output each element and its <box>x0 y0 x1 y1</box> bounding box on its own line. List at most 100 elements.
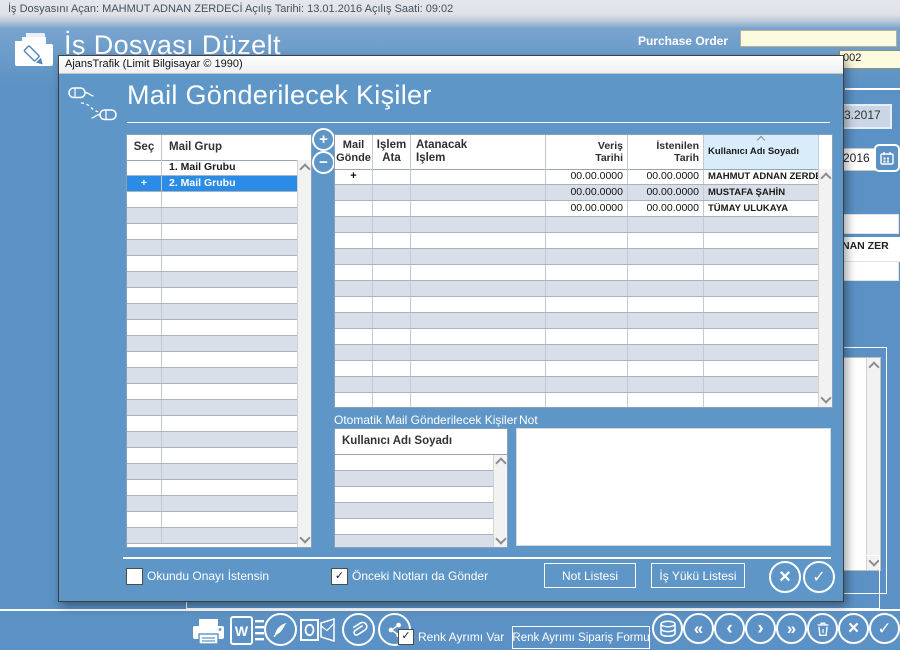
mail-group-row[interactable] <box>127 304 298 320</box>
recipient-row[interactable] <box>335 281 819 297</box>
mail-group-row[interactable] <box>127 224 298 240</box>
col-header-istenilen-tarih[interactable]: İstenilen Tarih <box>628 135 704 169</box>
purchase-order-input[interactable] <box>740 30 897 47</box>
recipient-row[interactable] <box>335 233 819 249</box>
attach-button[interactable] <box>342 613 375 646</box>
auto-mail-row[interactable] <box>335 503 494 519</box>
col-header-mail-gonder[interactable]: Mail Gönde <box>335 135 373 169</box>
mail-group-row[interactable] <box>127 416 298 432</box>
mail-group-row[interactable] <box>127 192 298 208</box>
col-header-mail-grup[interactable]: Mail Grup <box>162 135 311 160</box>
mail-group-row[interactable] <box>127 336 298 352</box>
scroll-up-icon[interactable] <box>299 163 310 174</box>
confirm-button[interactable]: ✓ <box>869 613 900 644</box>
calendar-button[interactable] <box>874 144 900 172</box>
previous-record-button[interactable]: ‹ <box>714 613 745 644</box>
dialog-cancel-button[interactable]: × <box>769 561 801 593</box>
person-name-field[interactable]: NAN ZER <box>840 237 900 262</box>
mail-group-name-cell: 1. Mail Grubu <box>162 160 298 175</box>
scroll-down-icon[interactable] <box>299 532 310 543</box>
mail-group-row[interactable] <box>127 208 298 224</box>
recipient-row[interactable]: 00.00.000000.00.0000MUSTAFA ŞAHİN <box>335 185 819 201</box>
mail-group-row[interactable] <box>127 256 298 272</box>
mail-group-row[interactable] <box>127 432 298 448</box>
col-header-islem-ata[interactable]: İşlem Ata <box>373 135 411 169</box>
delete-button[interactable] <box>807 613 838 644</box>
mail-groups-scrollbar[interactable] <box>297 160 311 547</box>
recipient-row[interactable] <box>335 393 819 407</box>
cancel-button[interactable]: × <box>838 613 869 644</box>
mail-group-row[interactable] <box>127 352 298 368</box>
scroll-down-icon[interactable] <box>495 533 506 544</box>
col-header-veris-tarihi[interactable]: Veriş Tarihi <box>546 135 628 169</box>
previous-notes-checkbox[interactable]: ✓ <box>331 568 348 585</box>
recipient-row[interactable] <box>335 297 819 313</box>
word-export-icon[interactable]: W <box>230 615 265 646</box>
mail-group-row[interactable] <box>127 400 298 416</box>
recipient-row[interactable]: +00.00.000000.00.0000MAHMUT ADNAN ZERDEC… <box>335 169 819 185</box>
last-record-button[interactable]: » <box>776 613 807 644</box>
mail-group-row[interactable] <box>127 464 298 480</box>
workload-list-button[interactable]: İş Yükü Listesi <box>651 563 745 588</box>
color-separation-form-button[interactable]: Renk Ayrımı Sipariş Formu <box>512 626 650 649</box>
outlook-icon[interactable] <box>300 616 336 644</box>
right-side-listbox[interactable] <box>843 357 881 571</box>
date-field-upper[interactable]: 3.2017 <box>838 104 892 129</box>
add-group-button[interactable]: + <box>312 128 335 151</box>
mail-group-row[interactable] <box>127 480 298 496</box>
pen-button[interactable] <box>264 613 297 646</box>
dialog-titlebar[interactable]: AjansTrafik (Limit Bilgisayar © 1990) <box>59 56 843 74</box>
color-separation-checkbox[interactable]: ✓ <box>398 629 414 645</box>
recipient-row[interactable] <box>335 313 819 329</box>
auto-mail-row[interactable] <box>335 487 494 503</box>
recipient-row[interactable]: 00.00.000000.00.0000TÜMAY ULUKAYA <box>335 201 819 217</box>
recipient-row[interactable] <box>335 329 819 345</box>
right-input-2[interactable] <box>840 261 899 281</box>
note-textarea[interactable] <box>516 428 831 546</box>
recipient-row[interactable] <box>335 217 819 233</box>
mail-group-row[interactable] <box>127 528 298 544</box>
right-list-scrollbar[interactable] <box>866 358 880 570</box>
scroll-up-icon[interactable] <box>868 361 879 372</box>
recipient-row[interactable] <box>335 265 819 281</box>
scroll-up-icon[interactable] <box>820 172 831 183</box>
mail-group-row[interactable] <box>127 512 298 528</box>
mail-group-row[interactable] <box>127 272 298 288</box>
recipient-row[interactable] <box>335 377 819 393</box>
auto-mail-scrollbar[interactable] <box>493 455 507 547</box>
mail-group-row[interactable] <box>127 368 298 384</box>
svg-text:W: W <box>235 623 249 639</box>
next-record-button[interactable]: › <box>745 613 776 644</box>
auto-mail-row[interactable] <box>335 519 494 535</box>
print-icon[interactable] <box>190 618 227 646</box>
order-code-field[interactable]: 002 <box>839 50 900 69</box>
col-header-atanacak-islem[interactable]: Atanacak İşlem <box>411 135 546 169</box>
mail-group-row[interactable] <box>127 496 298 512</box>
scroll-down-icon[interactable] <box>820 392 831 403</box>
mail-group-row[interactable] <box>127 240 298 256</box>
recipient-row[interactable] <box>335 345 819 361</box>
recipient-row[interactable] <box>335 361 819 377</box>
note-list-button[interactable]: Not Listesi <box>544 563 636 588</box>
col-header-kullanici[interactable]: Kullanıcı Adı Soyadı <box>704 135 819 169</box>
scroll-up-icon[interactable] <box>495 457 506 468</box>
remove-group-button[interactable]: − <box>312 151 335 174</box>
auto-mail-col-header[interactable]: Kullanıcı Adı Soyadı <box>335 429 507 455</box>
mail-group-row[interactable]: +2. Mail Grubu <box>127 176 298 192</box>
mail-group-row[interactable] <box>127 320 298 336</box>
recipient-row[interactable] <box>335 249 819 265</box>
mail-group-row[interactable] <box>127 288 298 304</box>
recipients-scrollbar[interactable] <box>818 169 832 407</box>
first-record-button[interactable]: « <box>683 613 714 644</box>
mail-group-row[interactable] <box>127 384 298 400</box>
right-input-1[interactable] <box>840 214 899 234</box>
mail-group-row[interactable] <box>127 448 298 464</box>
auto-mail-row[interactable] <box>335 471 494 487</box>
records-button[interactable] <box>652 613 683 644</box>
col-header-sec[interactable]: Seç <box>127 135 162 160</box>
mail-group-row[interactable]: 1. Mail Grubu <box>127 160 298 176</box>
read-receipt-checkbox[interactable] <box>126 568 143 585</box>
auto-mail-row[interactable] <box>335 535 494 547</box>
dialog-confirm-button[interactable]: ✓ <box>803 561 835 593</box>
auto-mail-row[interactable] <box>335 455 494 471</box>
